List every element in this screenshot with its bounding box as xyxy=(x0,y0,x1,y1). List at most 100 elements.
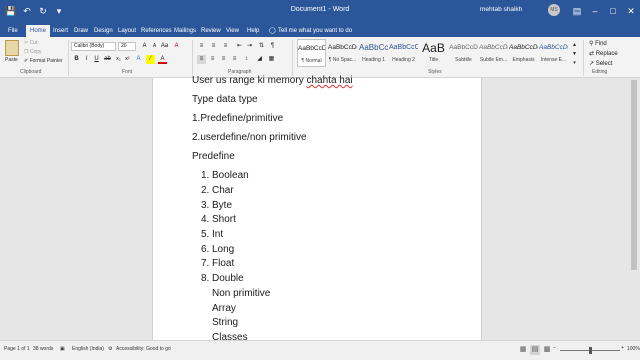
tab-mailings[interactable]: Mailings xyxy=(174,25,196,37)
tab-insert[interactable]: Insert xyxy=(53,25,68,37)
tab-home[interactable]: Home xyxy=(26,25,51,37)
zoom-slider-handle[interactable] xyxy=(589,347,592,354)
align-right-icon[interactable]: ≡ xyxy=(219,55,228,64)
increase-indent-icon[interactable]: ⇥ xyxy=(245,42,254,51)
ribbon-display-icon[interactable]: ▤ xyxy=(570,3,584,19)
web-layout-icon[interactable]: ▩ xyxy=(542,345,552,355)
strikethrough-icon[interactable]: ab xyxy=(103,55,112,64)
vertical-scrollbar[interactable] xyxy=(628,78,640,340)
minimize-icon[interactable]: – xyxy=(588,3,602,19)
show-marks-icon[interactable]: ¶ xyxy=(268,42,277,51)
paste-button[interactable]: Paste xyxy=(5,57,18,63)
style-subtitle[interactable]: AaBbCcD Subtitle xyxy=(449,39,478,67)
styles-scroll-down-icon[interactable]: ▼ xyxy=(570,50,579,59)
list-item: Double xyxy=(212,273,244,284)
borders-icon[interactable]: ▦ xyxy=(267,55,276,64)
sort-icon[interactable]: ⇅ xyxy=(257,42,266,51)
bullets-icon[interactable]: ≡ xyxy=(197,42,206,51)
zoom-in-icon[interactable]: + xyxy=(621,345,624,351)
redo-icon[interactable]: ↻ xyxy=(36,4,50,18)
word-count[interactable]: 38 words xyxy=(33,346,53,352)
style-name: Emphasis xyxy=(512,57,535,63)
focus-mode-icon[interactable]: ▦ xyxy=(518,345,528,355)
style-name: ¶ No Spac... xyxy=(328,57,357,63)
close-icon[interactable]: ✕ xyxy=(624,3,638,19)
save-icon[interactable]: 💾 xyxy=(4,4,18,18)
replace-button[interactable]: ⇄ Replace xyxy=(589,50,618,57)
tab-review[interactable]: Review xyxy=(201,25,221,37)
list-item: Int xyxy=(212,229,224,240)
line-spacing-icon[interactable]: ↕ xyxy=(242,55,251,64)
cut-button[interactable]: ✂ Cut xyxy=(24,40,37,46)
font-size-select[interactable]: 20 xyxy=(118,42,136,51)
list-number: 2. xyxy=(201,185,210,196)
justify-icon[interactable]: ≡ xyxy=(230,55,239,64)
tab-references[interactable]: References xyxy=(141,25,172,37)
font-name-select[interactable]: Calibri (Body) xyxy=(71,42,116,51)
style-no-spacing[interactable]: AaBbCcDd ¶ No Spac... xyxy=(328,39,357,67)
tab-view[interactable]: View xyxy=(226,25,239,37)
font-color-icon[interactable]: A xyxy=(158,55,167,64)
align-left-icon[interactable]: ≡ xyxy=(197,55,206,64)
tab-help[interactable]: Help xyxy=(247,25,259,37)
accessibility-status[interactable]: Accessibility: Good to go xyxy=(116,346,171,352)
proofing-icon[interactable]: ▣ xyxy=(60,346,65,352)
language-indicator[interactable]: English (India) xyxy=(72,346,104,352)
font-group-label: Font xyxy=(122,69,133,75)
multilevel-list-icon[interactable]: ≡ xyxy=(221,42,230,51)
tab-file[interactable]: File xyxy=(8,25,18,37)
undo-icon[interactable]: ↶ xyxy=(20,4,34,18)
underline-icon[interactable]: U xyxy=(92,55,101,64)
scrollbar-thumb[interactable] xyxy=(631,80,637,270)
select-button[interactable]: ↗ Select xyxy=(589,60,612,67)
copy-button[interactable]: ❐ Copy xyxy=(24,49,42,55)
shading-icon[interactable]: ◢ xyxy=(255,55,264,64)
style-subtle-emphasis[interactable]: AaBbCcDd Subtle Em... xyxy=(479,39,508,67)
search-icon: ⚲ xyxy=(589,41,594,47)
user-name[interactable]: mehtab shaikh xyxy=(480,6,522,13)
document-page[interactable]: User us range ki memory chahta hai Type … xyxy=(152,75,482,343)
format-painter-button[interactable]: ✐ Format Painter xyxy=(24,58,63,64)
change-case-icon[interactable]: Aa xyxy=(160,42,169,51)
style-title[interactable]: AaB Title xyxy=(419,39,448,67)
style-heading-1[interactable]: AaBbCc Heading 1 xyxy=(359,39,388,67)
styles-scroll-up-icon[interactable]: ▲ xyxy=(570,41,579,50)
style-name: Heading 1 xyxy=(362,57,385,63)
highlight-icon[interactable]: ⁄ xyxy=(146,55,155,64)
zoom-level[interactable]: 100% xyxy=(627,346,640,352)
style-normal[interactable]: AaBbCcDd ¶ Normal xyxy=(297,39,326,67)
style-intense-emphasis[interactable]: AaBbCcDd Intense E... xyxy=(539,39,568,67)
clear-formatting-icon[interactable]: A xyxy=(172,42,181,51)
style-emphasis[interactable]: AaBbCcDd Emphasis xyxy=(509,39,538,67)
list-item: Char xyxy=(212,185,234,196)
italic-icon[interactable]: I xyxy=(82,55,91,64)
clipboard-group-label: Clipboard xyxy=(20,69,42,75)
tab-design[interactable]: Design xyxy=(94,25,113,37)
align-center-icon[interactable]: ≡ xyxy=(208,55,217,64)
superscript-icon[interactable]: x² xyxy=(123,55,132,64)
tab-layout[interactable]: Layout xyxy=(118,25,136,37)
paste-icon[interactable] xyxy=(5,40,19,56)
subscript-icon[interactable]: x₂ xyxy=(114,55,123,64)
decrease-indent-icon[interactable]: ⇤ xyxy=(235,42,244,51)
shrink-font-icon[interactable]: A xyxy=(150,42,159,51)
style-preview: AaBbCcD xyxy=(449,44,478,51)
tell-me-search[interactable]: Tell me what you want to do xyxy=(278,25,352,37)
numbering-icon[interactable]: ≡ xyxy=(209,42,218,51)
print-layout-icon[interactable]: ▤ xyxy=(530,345,540,355)
bold-icon[interactable]: B xyxy=(72,55,81,64)
find-button[interactable]: ⚲ Find xyxy=(589,40,607,47)
style-name: ¶ Normal xyxy=(301,58,322,64)
customize-icon[interactable]: ▾ xyxy=(52,4,66,18)
text-effects-icon[interactable]: A xyxy=(134,55,143,64)
page-count[interactable]: Page 1 of 1 xyxy=(4,346,30,352)
maximize-icon[interactable]: □ xyxy=(606,3,620,19)
avatar[interactable]: MS xyxy=(548,4,560,16)
style-heading-2[interactable]: AaBbCcC Heading 2 xyxy=(389,39,418,67)
zoom-out-icon[interactable]: − xyxy=(553,345,556,351)
cut-label: Cut xyxy=(29,40,38,46)
style-preview: AaBbCcDd xyxy=(479,44,508,51)
styles-more-icon[interactable]: ▾ xyxy=(570,59,579,68)
grow-font-icon[interactable]: A xyxy=(140,42,149,51)
tab-draw[interactable]: Draw xyxy=(74,25,88,37)
